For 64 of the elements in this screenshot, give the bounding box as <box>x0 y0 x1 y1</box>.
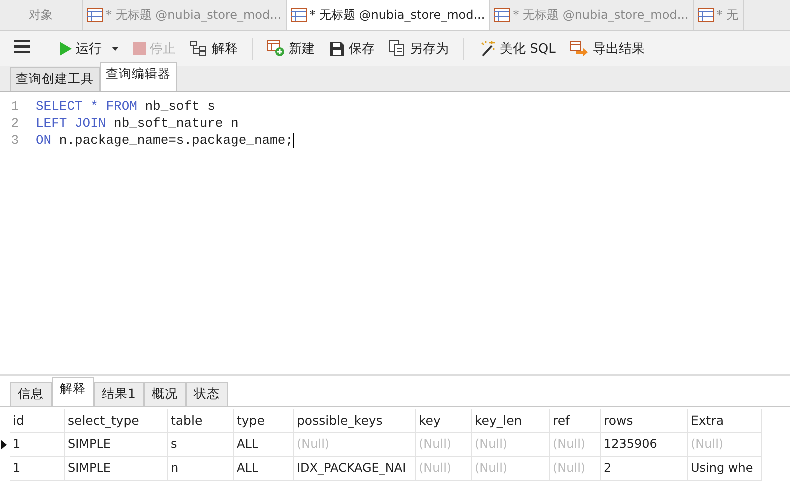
editor-tab[interactable]: 查询编辑器 <box>100 62 177 91</box>
new-button[interactable]: 新建 <box>263 38 319 60</box>
table-cell: (Null) <box>416 457 472 481</box>
line-number: 2 <box>10 115 20 132</box>
stop-icon <box>133 42 146 55</box>
table-cell: IDX_PACKAGE_NAI <box>294 457 416 481</box>
document-tab[interactable]: * 无标题 @nubia_store_mod... <box>286 0 490 30</box>
table-cell: SIMPLE <box>65 457 168 481</box>
table-cell: 1 <box>10 457 65 481</box>
result-tab[interactable]: 结果1 <box>94 382 144 406</box>
export-button[interactable]: 导出结果 <box>566 38 649 60</box>
save-button[interactable]: 保存 <box>325 38 379 60</box>
table-cell: (Null) <box>416 433 472 457</box>
column-header[interactable]: rows <box>601 409 688 433</box>
table-cell: 1235906 <box>601 433 688 457</box>
saveas-button[interactable]: 另存为 <box>385 38 453 60</box>
table-cell: s <box>168 433 234 457</box>
table-cell: n <box>168 457 234 481</box>
column-header[interactable]: Extra <box>688 409 762 433</box>
code-line: SELECT * FROM nb_soft s <box>36 98 216 115</box>
result-tab[interactable]: 解释 <box>52 377 94 406</box>
result-tab[interactable]: 状态 <box>186 382 228 406</box>
column-header[interactable]: possible_keys <box>294 409 416 433</box>
diagram-icon <box>190 40 208 56</box>
line-number: 1 <box>10 98 20 115</box>
table-cell: ALL <box>234 457 294 481</box>
beautify-button[interactable]: 美化 SQL <box>474 38 560 60</box>
table-cell: SIMPLE <box>65 433 168 457</box>
table-cell: Using whe <box>688 457 762 481</box>
line-number: 3 <box>10 132 20 149</box>
table-cell: 2 <box>601 457 688 481</box>
table-icon <box>698 8 714 22</box>
editor-tab[interactable]: 查询创建工具 <box>10 67 100 91</box>
copy-document-icon <box>389 40 406 57</box>
table-cell: (Null) <box>550 433 601 457</box>
export-arrow-icon <box>570 40 589 56</box>
column-header[interactable]: select_type <box>65 409 168 433</box>
column-header[interactable]: table <box>168 409 234 433</box>
run-button[interactable]: 运行 <box>56 38 123 60</box>
table-icon <box>290 8 307 22</box>
table-cell: (Null) <box>294 433 416 457</box>
new-table-icon <box>267 40 285 57</box>
column-header[interactable]: ref <box>550 409 601 433</box>
table-cell: (Null) <box>472 433 550 457</box>
column-header[interactable]: type <box>234 409 294 433</box>
table-cell: ALL <box>234 433 294 457</box>
code-line: LEFT JOIN nb_soft_nature n <box>36 115 239 132</box>
table-cell: 1 <box>10 433 65 457</box>
menu-icon[interactable] <box>14 40 30 54</box>
result-tab[interactable]: 概况 <box>144 382 186 406</box>
table-icon <box>494 8 510 22</box>
column-header[interactable]: id <box>10 409 65 433</box>
explain-button[interactable]: 解释 <box>186 38 242 60</box>
table-icon <box>87 8 103 22</box>
sql-editor[interactable]: 1 SELECT * FROM nb_soft s 2 LEFT JOIN nb_soft_nature n 3 ON n.package_name=s.package_name; <box>0 92 790 376</box>
result-tab[interactable]: 信息 <box>10 382 52 406</box>
table-cell: (Null) <box>550 457 601 481</box>
play-icon <box>60 42 72 56</box>
table-cell: (Null) <box>472 457 550 481</box>
table-cell: (Null) <box>688 433 762 457</box>
column-header[interactable]: key_len <box>472 409 550 433</box>
dropdown-caret-icon[interactable] <box>112 46 119 50</box>
code-line: ON n.package_name=s.package_name; <box>36 132 294 149</box>
column-header[interactable]: key <box>416 409 472 433</box>
